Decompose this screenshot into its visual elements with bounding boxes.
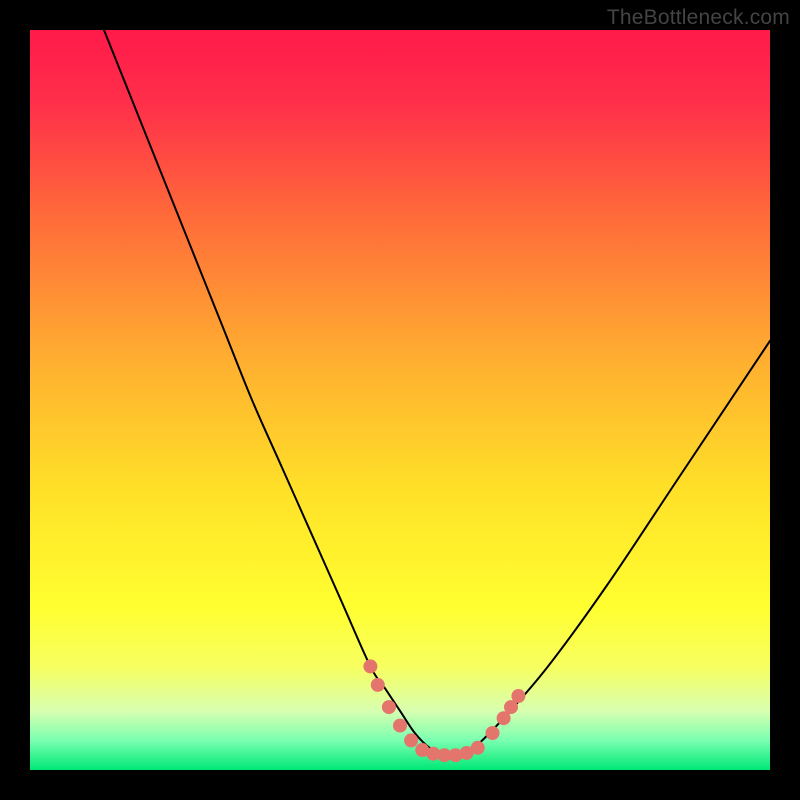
curve-marker bbox=[486, 726, 500, 740]
curve-marker bbox=[393, 719, 407, 733]
bottleneck-curve bbox=[104, 30, 770, 756]
watermark-text: TheBottleneck.com bbox=[607, 6, 790, 30]
curve-marker bbox=[471, 741, 485, 755]
curve-markers bbox=[363, 659, 525, 762]
curve-marker bbox=[382, 700, 396, 714]
plot-area bbox=[30, 30, 770, 770]
curve-marker bbox=[371, 678, 385, 692]
chart-frame: TheBottleneck.com bbox=[0, 0, 800, 800]
chart-svg bbox=[30, 30, 770, 770]
curve-marker bbox=[511, 689, 525, 703]
curve-marker bbox=[363, 659, 377, 673]
curve-marker bbox=[404, 733, 418, 747]
